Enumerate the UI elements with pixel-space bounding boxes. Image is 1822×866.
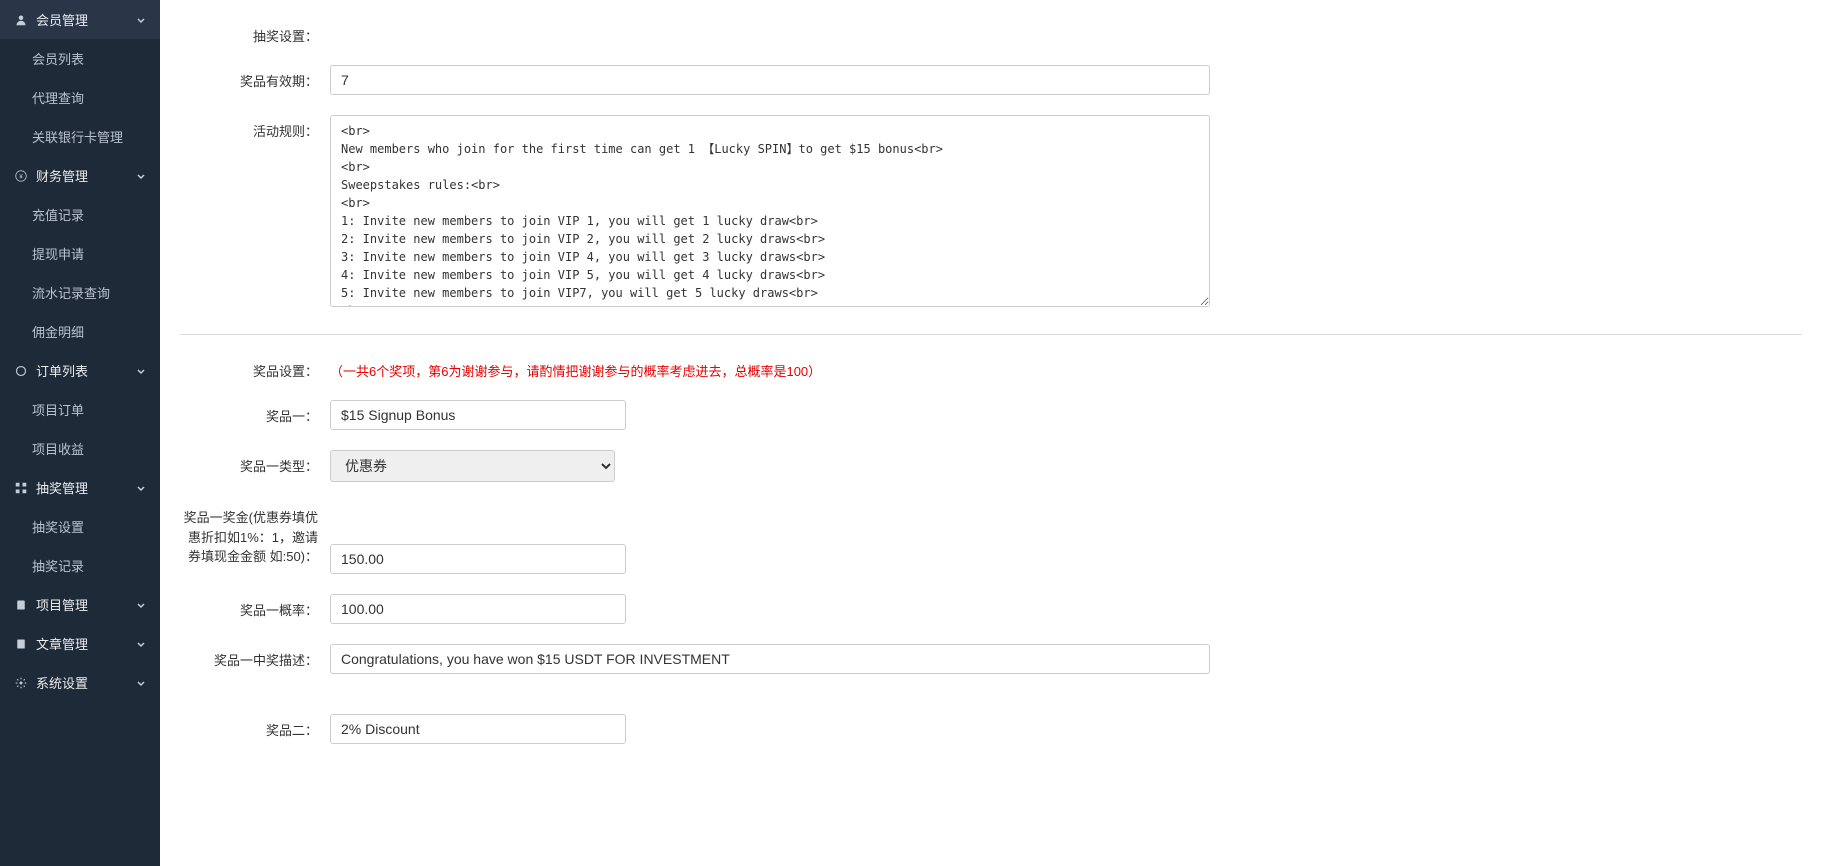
sidebar-item-lottery-settings[interactable]: 抽奖设置 xyxy=(0,507,160,546)
prize1-type-select[interactable]: 优惠券 xyxy=(330,450,615,482)
prize1-bonus-input[interactable] xyxy=(330,544,626,574)
chevron-down-icon xyxy=(136,600,146,610)
sidebar-item-withdraw[interactable]: 提现申请 xyxy=(0,234,160,273)
sidebar-group-label: 项目管理 xyxy=(36,595,136,614)
circle-icon xyxy=(14,364,28,378)
sidebar-group-project[interactable]: 项目管理 xyxy=(0,585,160,624)
prize-settings-hint: （一共6个奖项，第6为谢谢参与，请酌情把谢谢参与的概率考虑进去，总概率是100） xyxy=(330,355,1210,380)
prize-validity-label: 奖品有效期： xyxy=(180,65,330,90)
yen-icon: ¥ xyxy=(14,169,28,183)
sidebar-group-label: 财务管理 xyxy=(36,166,136,185)
sidebar-item-recharge[interactable]: 充值记录 xyxy=(0,195,160,234)
chevron-down-icon xyxy=(136,639,146,649)
chevron-down-icon xyxy=(136,171,146,181)
sidebar-group-label: 系统设置 xyxy=(36,673,136,692)
grid-icon xyxy=(14,481,28,495)
sidebar-item-member-list[interactable]: 会员列表 xyxy=(0,39,160,78)
doc-icon xyxy=(14,637,28,651)
chevron-down-icon xyxy=(136,678,146,688)
sidebar-item-project-income[interactable]: 项目收益 xyxy=(0,429,160,468)
prize1-input[interactable] xyxy=(330,400,626,430)
svg-text:¥: ¥ xyxy=(19,174,23,180)
prize-validity-input[interactable] xyxy=(330,65,1210,95)
sidebar-item-flow[interactable]: 流水记录查询 xyxy=(0,273,160,312)
activity-rules-label: 活动规则： xyxy=(180,115,330,140)
chevron-down-icon xyxy=(136,483,146,493)
divider xyxy=(180,334,1802,335)
sidebar-group-label: 抽奖管理 xyxy=(36,478,136,497)
prize1-type-label: 奖品一类型： xyxy=(180,450,330,475)
sidebar-group-label: 文章管理 xyxy=(36,634,136,653)
chevron-down-icon xyxy=(136,15,146,25)
prize1-desc-label: 奖品一中奖描述： xyxy=(180,644,330,669)
prize2-label: 奖品二： xyxy=(180,714,330,739)
sidebar-group-member[interactable]: 会员管理 xyxy=(0,0,160,39)
prize2-input[interactable] xyxy=(330,714,626,744)
sidebar-group-lottery[interactable]: 抽奖管理 xyxy=(0,468,160,507)
gear-icon xyxy=(14,676,28,690)
sidebar-group-orders[interactable]: 订单列表 xyxy=(0,351,160,390)
user-icon xyxy=(14,13,28,27)
sidebar: 会员管理 会员列表 代理查询 关联银行卡管理 ¥ 财务管理 充值记录 提现申请 … xyxy=(0,0,160,866)
lottery-settings-label: 抽奖设置： xyxy=(180,20,330,45)
prize1-desc-input[interactable] xyxy=(330,644,1210,674)
activity-rules-textarea[interactable]: <br> New members who join for the first … xyxy=(330,115,1210,307)
prize-settings-label: 奖品设置： xyxy=(180,355,330,380)
sidebar-item-commission[interactable]: 佣金明细 xyxy=(0,312,160,351)
sidebar-item-bankcard[interactable]: 关联银行卡管理 xyxy=(0,117,160,156)
sidebar-group-system[interactable]: 系统设置 xyxy=(0,663,160,702)
sidebar-group-label: 订单列表 xyxy=(36,361,136,380)
main-content: 抽奖设置： 奖品有效期： 活动规则： <br> New members who … xyxy=(160,20,1822,784)
sidebar-group-article[interactable]: 文章管理 xyxy=(0,624,160,663)
sidebar-group-label: 会员管理 xyxy=(36,10,136,29)
sidebar-group-finance[interactable]: ¥ 财务管理 xyxy=(0,156,160,195)
sidebar-item-project-order[interactable]: 项目订单 xyxy=(0,390,160,429)
prize1-prob-input[interactable] xyxy=(330,594,626,624)
sidebar-item-lottery-records[interactable]: 抽奖记录 xyxy=(0,546,160,585)
doc-icon xyxy=(14,598,28,612)
prize1-label: 奖品一： xyxy=(180,400,330,425)
prize1-bonus-label: 奖品一奖金(优惠券填优惠折扣如1%：1，邀请券填现金金额 如:50)： xyxy=(180,502,330,567)
chevron-down-icon xyxy=(136,366,146,376)
sidebar-item-agent-query[interactable]: 代理查询 xyxy=(0,78,160,117)
prize1-prob-label: 奖品一概率： xyxy=(180,594,330,619)
